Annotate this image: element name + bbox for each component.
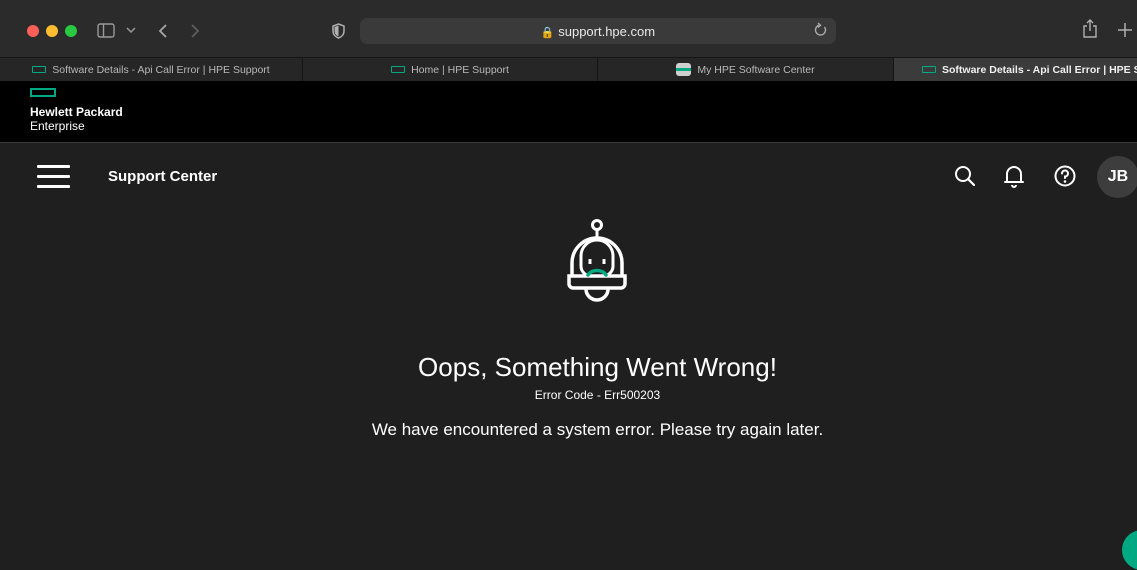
back-icon[interactable] [158, 23, 168, 39]
help-icon[interactable] [1052, 163, 1078, 189]
forward-icon[interactable] [190, 23, 200, 39]
lock-icon: 🔒 [540, 27, 555, 39]
menu-icon[interactable] [37, 165, 70, 189]
hpe-header: Hewlett Packard Enterprise [0, 81, 1137, 143]
sad-robot-icon [567, 219, 627, 302]
bell-icon[interactable] [1001, 163, 1027, 189]
tab-strip: Software Details - Api Call Error | HPE … [0, 57, 1137, 82]
software-center-icon [676, 63, 692, 76]
tab-label: My HPE Software Center [697, 63, 815, 76]
zoom-window-button[interactable] [65, 25, 77, 37]
error-message: We have encountered a system error. Plea… [371, 420, 824, 439]
reload-icon[interactable] [814, 22, 828, 38]
tab-label: Software Details - Api Call Error | HPE … [942, 63, 1137, 76]
minimize-window-button[interactable] [46, 25, 58, 37]
page-title[interactable]: Support Center [108, 168, 217, 185]
url-text: 🔒 support.hpe.com [360, 24, 836, 39]
chat-button[interactable] [1122, 530, 1137, 570]
privacy-shield-icon[interactable] [332, 23, 345, 39]
chevron-down-icon[interactable] [126, 26, 136, 34]
address-bar[interactable]: 🔒 support.hpe.com [360, 18, 836, 44]
error-title: Oops, Something Went Wrong! [418, 352, 777, 382]
tab-software-center[interactable]: My HPE Software Center [598, 58, 894, 81]
logo-text-line2[interactable]: Enterprise [30, 119, 85, 133]
logo-text-line1[interactable]: Hewlett Packard [30, 105, 123, 119]
tab-software-details-active[interactable]: Software Details - Api Call Error | HPE … [894, 58, 1137, 81]
tab-label: Home | HPE Support [411, 63, 509, 76]
tab-software-details-1[interactable]: Software Details - Api Call Error | HPE … [0, 58, 303, 81]
hpe-logo-icon[interactable] [30, 88, 56, 97]
hpe-icon [922, 66, 936, 73]
search-icon[interactable] [952, 163, 978, 189]
url-label: support.hpe.com [558, 24, 656, 39]
error-code: Error Code - Err500203 [534, 388, 661, 402]
share-icon[interactable] [1082, 19, 1098, 39]
close-window-button[interactable] [27, 25, 39, 37]
tab-label: Software Details - Api Call Error | HPE … [52, 63, 270, 76]
avatar[interactable]: JB [1097, 156, 1137, 198]
hpe-icon [391, 66, 406, 73]
new-tab-icon[interactable] [1117, 22, 1133, 38]
sidebar-toggle-icon[interactable] [97, 23, 115, 38]
avatar-initials: JB [1107, 168, 1129, 185]
hpe-icon [32, 66, 47, 73]
browser-toolbar: 🔒 support.hpe.com [0, 0, 1137, 57]
tab-home[interactable]: Home | HPE Support [303, 58, 598, 81]
